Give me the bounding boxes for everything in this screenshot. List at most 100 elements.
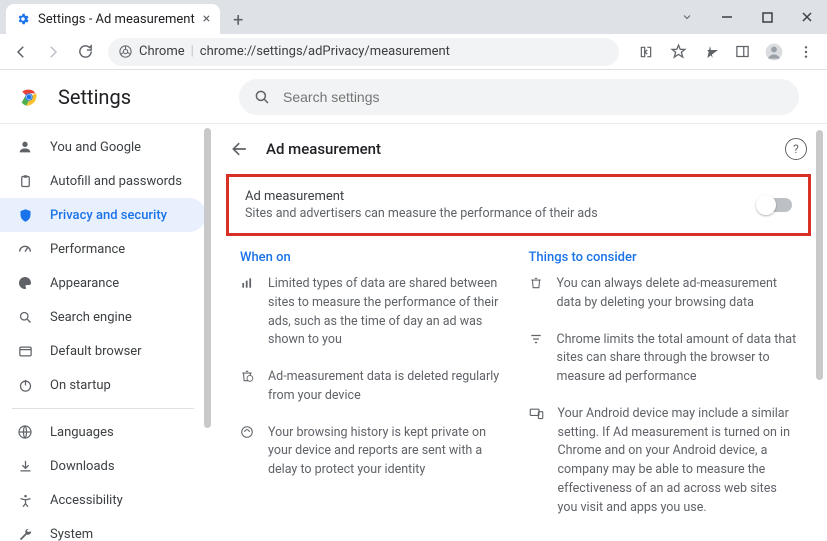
sidebar-item-label: Autofill and passwords <box>50 174 182 189</box>
share-icon[interactable] <box>631 37 661 67</box>
shield-icon <box>16 208 34 223</box>
side-panel-icon[interactable] <box>727 37 757 67</box>
settings-title: Settings <box>58 85 131 109</box>
bookmark-icon[interactable] <box>663 37 693 67</box>
chrome-origin-icon <box>118 44 133 59</box>
info-row: You can always delete ad-measurement dat… <box>529 275 798 313</box>
sidebar-item-label: System <box>50 527 93 541</box>
sidebar-item-downloads[interactable]: Downloads <box>0 449 206 483</box>
sidebar-item-languages[interactable]: Languages <box>0 415 206 449</box>
info-text: Ad-measurement data is deleted regularly… <box>268 368 509 406</box>
privacy-icon <box>240 424 254 480</box>
download-icon <box>16 459 34 474</box>
consider-heading: Things to consider <box>529 250 798 265</box>
info-row: Limited types of data are shared between… <box>240 275 509 350</box>
sidebar-item-label: Performance <box>50 242 125 257</box>
person-icon <box>16 139 34 155</box>
globe-icon <box>16 424 34 440</box>
palette-icon <box>16 275 34 291</box>
sidebar-item-label: Languages <box>50 425 114 440</box>
devices-icon <box>529 405 544 518</box>
wrench-icon <box>16 527 34 541</box>
sidebar-divider <box>12 408 194 409</box>
sidebar-item-label: You and Google <box>50 140 141 155</box>
origin-label: Chrome <box>139 44 185 59</box>
tab-title: Settings - Ad measurement <box>38 12 195 27</box>
sidebar-item-you-and-google[interactable]: You and Google <box>0 130 206 164</box>
info-text: Limited types of data are shared between… <box>268 275 509 350</box>
sidebar-item-label: Search engine <box>50 310 132 325</box>
auto-delete-icon <box>240 368 254 406</box>
when-on-heading: When on <box>240 250 509 265</box>
info-row: Your Android device may include a simila… <box>529 405 798 518</box>
bars-icon <box>240 275 254 350</box>
sidebar-item-on-startup[interactable]: On startup <box>0 368 206 402</box>
filter-icon <box>529 331 543 387</box>
sidebar-item-accessibility[interactable]: Accessibility <box>0 483 206 517</box>
tab-dropdown-icon[interactable] <box>667 0 707 34</box>
sidebar-item-label: Accessibility <box>50 493 123 508</box>
close-window-button[interactable] <box>787 0 827 34</box>
search-settings-input[interactable] <box>283 89 785 105</box>
info-text: Chrome limits the total amount of data t… <box>557 331 798 387</box>
info-text: You can always delete ad-measurement dat… <box>557 275 798 313</box>
info-row: Your browsing history is kept private on… <box>240 424 509 480</box>
settings-favicon-icon <box>16 12 30 26</box>
minimize-button[interactable] <box>707 0 747 34</box>
settings-header: Settings <box>0 70 827 124</box>
titlebar: Settings - Ad measurement × + <box>0 0 827 34</box>
address-bar[interactable]: Chrome | chrome://settings/adPrivacy/mea… <box>108 38 619 66</box>
toggle-subtitle: Sites and advertisers can measure the pe… <box>245 206 598 221</box>
info-text: Your Android device may include a simila… <box>558 405 798 518</box>
chrome-logo-icon <box>18 86 40 108</box>
when-on-column: When on Limited types of data are shared… <box>240 250 509 535</box>
clipboard-icon <box>16 174 34 189</box>
profile-avatar-icon[interactable] <box>759 37 789 67</box>
power-icon <box>16 378 34 393</box>
gauge-icon <box>16 241 34 257</box>
sidebar-item-autofill[interactable]: Autofill and passwords <box>0 164 206 198</box>
settings-main: Ad measurement ? Ad measurement Sites an… <box>210 124 827 541</box>
info-text: Your browsing history is kept private on… <box>268 424 509 480</box>
trash-icon <box>529 275 543 313</box>
search-icon <box>253 88 271 106</box>
search-icon <box>16 310 34 325</box>
reload-button[interactable] <box>70 37 100 67</box>
sidebar-item-performance[interactable]: Performance <box>0 232 206 266</box>
sidebar-item-search-engine[interactable]: Search engine <box>0 300 206 334</box>
sidebar-item-label: Default browser <box>50 344 142 359</box>
browser-toolbar: Chrome | chrome://settings/adPrivacy/mea… <box>0 34 827 70</box>
ad-measurement-toggle-row: Ad measurement Sites and advertisers can… <box>226 174 811 236</box>
search-settings[interactable] <box>239 79 799 115</box>
sidebar-item-privacy[interactable]: Privacy and security <box>0 198 206 232</box>
sidebar-item-system[interactable]: System <box>0 517 206 541</box>
info-row: Chrome limits the total amount of data t… <box>529 331 798 387</box>
maximize-button[interactable] <box>747 0 787 34</box>
help-icon[interactable]: ? <box>785 138 807 160</box>
toggle-title: Ad measurement <box>245 189 598 204</box>
consider-column: Things to consider You can always delete… <box>529 250 798 535</box>
main-scrollbar[interactable] <box>816 130 823 380</box>
sidebar-item-label: Appearance <box>50 276 119 291</box>
browser-tab[interactable]: Settings - Ad measurement × <box>6 4 220 34</box>
extensions-icon[interactable] <box>695 37 725 67</box>
accessibility-icon <box>16 493 34 508</box>
browser-icon <box>16 344 34 359</box>
ad-measurement-toggle[interactable] <box>758 198 792 212</box>
close-tab-icon[interactable]: × <box>203 11 210 27</box>
menu-icon[interactable] <box>791 37 821 67</box>
page-title: Ad measurement <box>266 140 381 158</box>
window-controls <box>667 0 827 34</box>
sidebar-item-default-browser[interactable]: Default browser <box>0 334 206 368</box>
info-row: Ad-measurement data is deleted regularly… <box>240 368 509 406</box>
settings-sidebar: You and Google Autofill and passwords Pr… <box>0 124 210 541</box>
sidebar-item-label: Privacy and security <box>50 208 167 223</box>
new-tab-button[interactable]: + <box>224 6 252 34</box>
url-text: chrome://settings/adPrivacy/measurement <box>200 44 450 59</box>
page-header: Ad measurement ? <box>210 124 827 170</box>
sidebar-item-appearance[interactable]: Appearance <box>0 266 206 300</box>
forward-button[interactable] <box>38 37 68 67</box>
back-arrow-icon[interactable] <box>230 139 250 159</box>
back-button[interactable] <box>6 37 36 67</box>
sidebar-item-label: On startup <box>50 378 111 393</box>
